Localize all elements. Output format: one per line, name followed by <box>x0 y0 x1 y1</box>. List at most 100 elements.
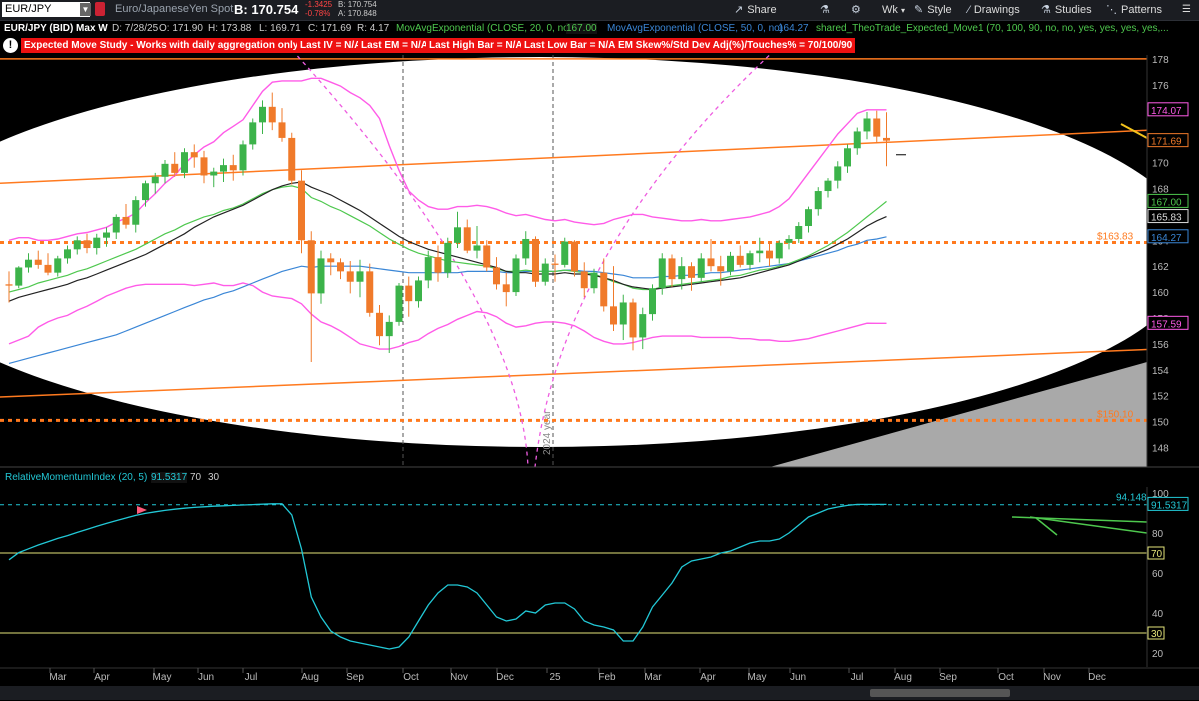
price-tick-label: 176 <box>1152 81 1169 92</box>
candle-body <box>717 266 725 272</box>
price-tick-label: 150 <box>1152 418 1169 429</box>
candle-body <box>298 180 305 241</box>
price-tick-label: 162 <box>1152 262 1169 273</box>
candle-body <box>795 226 803 239</box>
candle-body <box>190 152 198 158</box>
rmi-70-marker: 70 <box>1151 549 1163 560</box>
time-tick-label: Jul <box>245 672 258 683</box>
price-marker-label: 157.59 <box>1151 319 1182 330</box>
rmi-30-marker: 30 <box>1151 629 1163 640</box>
candle-body <box>493 267 500 285</box>
candle-body <box>161 163 169 177</box>
lower-plot-background <box>0 487 1147 667</box>
scroll-thumb[interactable] <box>870 689 1010 697</box>
candle-body <box>639 314 647 338</box>
rmi-tick-label: 60 <box>1152 569 1164 580</box>
candle-body <box>229 165 237 171</box>
candle-body <box>756 250 764 254</box>
candle-body <box>44 264 52 273</box>
candle <box>561 237 569 268</box>
candle-body <box>610 306 617 325</box>
price-tick-label: 152 <box>1152 392 1169 403</box>
candle-body <box>395 285 403 322</box>
candle-body <box>727 255 734 272</box>
candle-body <box>307 240 315 294</box>
rmi-overbought: 70 <box>190 472 202 483</box>
candle-body <box>424 257 432 281</box>
candle-body <box>83 240 91 249</box>
price-chart[interactable]: 2024 year$163.83$150.10 1481501521541561… <box>0 0 1199 686</box>
candle-body <box>103 232 110 238</box>
candle-body <box>678 266 686 280</box>
candle-body <box>259 106 266 123</box>
candle-body <box>512 258 520 293</box>
candle <box>532 236 539 287</box>
candle-body <box>600 272 608 307</box>
time-tick-label: Aug <box>301 672 319 683</box>
candle-body <box>551 263 559 265</box>
candle-body <box>483 245 491 268</box>
candle-body <box>210 171 218 176</box>
time-tick-label: Apr <box>94 672 110 683</box>
candle-body <box>502 284 510 293</box>
candle-body <box>463 227 471 251</box>
price-tick-label: 160 <box>1152 288 1169 299</box>
level-label-upper: $163.83 <box>1097 231 1134 242</box>
time-tick-label: 25 <box>549 672 561 683</box>
candle-body <box>541 263 549 282</box>
rmi-tick-label: 80 <box>1152 529 1164 540</box>
time-tick-label: May <box>748 672 767 683</box>
price-tick-label: 178 <box>1152 55 1169 66</box>
time-tick-label: Oct <box>403 672 419 683</box>
candle-body <box>619 302 627 325</box>
candle-body <box>15 267 23 286</box>
candle <box>395 283 403 326</box>
candle-body <box>122 216 130 225</box>
candle-body <box>668 258 676 280</box>
rmi-max-label: 94.148 <box>1116 493 1147 504</box>
rmi-value-label: 91.5317 <box>1151 500 1188 511</box>
candle-body <box>317 258 325 294</box>
candle-body <box>200 157 208 176</box>
candle-body <box>444 242 452 273</box>
time-tick-label: Sep <box>346 672 364 683</box>
candle-body <box>327 258 335 263</box>
candle-body <box>814 191 822 210</box>
candle <box>571 240 578 277</box>
candle-body <box>249 122 257 145</box>
price-tick-label: 148 <box>1152 444 1169 455</box>
candle-body <box>93 237 101 249</box>
candle-body <box>239 144 247 171</box>
candle-body <box>580 271 588 289</box>
candle-body <box>775 242 783 259</box>
rmi-value: 91.5317 <box>151 472 188 483</box>
time-tick-label: Nov <box>450 672 468 683</box>
time-tick-label: Nov <box>1043 672 1061 683</box>
price-marker-label: 164.27 <box>1151 233 1182 244</box>
candle-body <box>25 259 32 268</box>
candle-body <box>34 259 42 265</box>
price-marker-label: 171.69 <box>1151 137 1182 148</box>
candle <box>512 254 520 296</box>
candle-body <box>171 163 179 173</box>
candle-body <box>337 262 344 272</box>
candle-body <box>366 271 374 313</box>
candle-body <box>746 253 754 265</box>
time-tick-label: Jul <box>851 672 864 683</box>
candle-body <box>629 302 637 338</box>
candle-body <box>883 137 890 141</box>
candle-body <box>736 255 744 265</box>
price-tick-label: 156 <box>1152 340 1169 351</box>
candle-body <box>5 284 13 286</box>
candle <box>15 266 23 289</box>
time-tick-label: Sep <box>939 672 957 683</box>
candle <box>444 237 452 278</box>
time-tick-label: Mar <box>644 672 662 683</box>
time-scrollbar[interactable] <box>0 686 1199 700</box>
candle-body <box>132 200 140 225</box>
price-tick-label: 170 <box>1152 159 1169 170</box>
candle-body <box>142 183 149 201</box>
rmi-oversold: 30 <box>208 472 220 483</box>
candle-body <box>688 266 695 278</box>
candle-body <box>181 152 188 173</box>
